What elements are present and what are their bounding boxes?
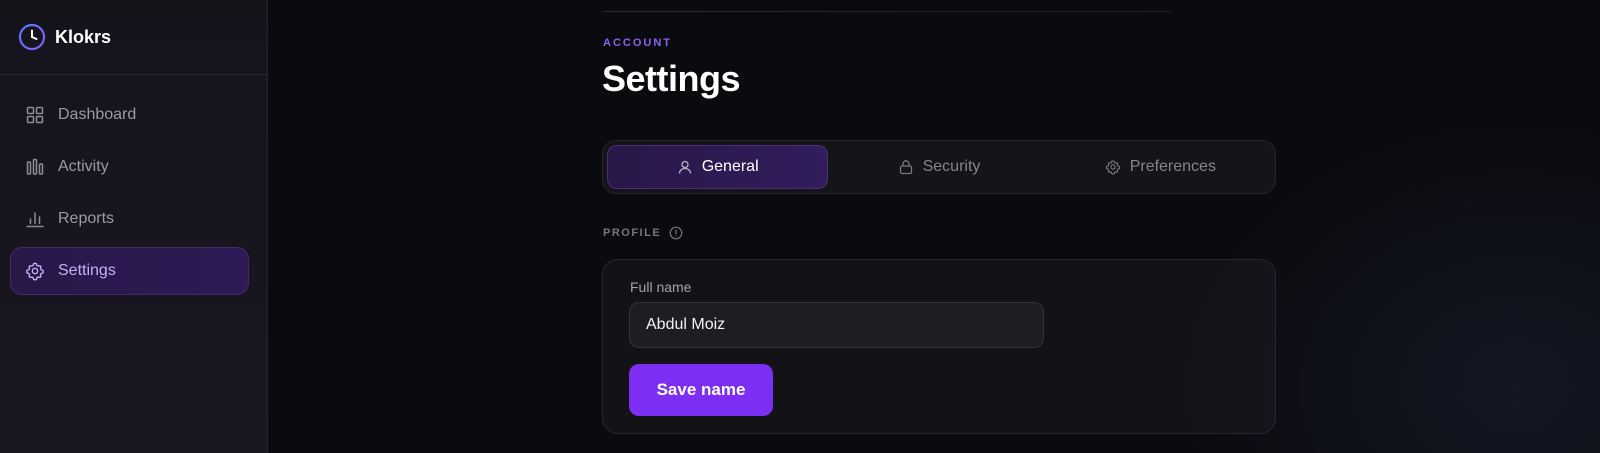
page-title: Settings: [602, 58, 741, 99]
sidebar-item-settings[interactable]: Settings: [10, 247, 249, 295]
main-content: ACCOUNT Settings General Security Prefer…: [268, 0, 1600, 453]
tab-security[interactable]: Security: [828, 145, 1049, 189]
tab-label: Preferences: [1129, 158, 1216, 175]
profile-card: Full name Save name: [602, 259, 1276, 434]
sidebar-item-activity[interactable]: Activity: [10, 143, 249, 191]
brand-name: Klokrs: [55, 26, 112, 47]
save-name-button[interactable]: Save name: [629, 364, 773, 416]
sidebar-item-label: Dashboard: [58, 106, 137, 123]
user-icon: [677, 159, 693, 175]
sidebar-item-label: Reports: [58, 210, 115, 227]
clock-logo-icon: [18, 23, 46, 51]
sidebar-item-label: Settings: [58, 262, 116, 279]
tab-label: Security: [922, 158, 981, 175]
sidebar-item-label: Activity: [58, 158, 109, 175]
sidebar: Klokrs Dashboard Activity Reports Settin…: [0, 0, 268, 453]
tab-label: General: [701, 158, 759, 175]
lock-icon: [898, 159, 914, 175]
settings-tabs: General Security Preferences: [602, 140, 1276, 194]
grid-icon: [25, 105, 45, 125]
app-root: Klokrs Dashboard Activity Reports Settin…: [0, 0, 1600, 453]
activity-bars-icon: [25, 157, 45, 177]
profile-section-label: PROFILE: [603, 226, 683, 240]
sidebar-item-dashboard[interactable]: Dashboard: [10, 91, 249, 139]
sidebar-nav: Dashboard Activity Reports Settings: [0, 75, 267, 295]
tab-general[interactable]: General: [607, 145, 829, 189]
full-name-label: Full name: [630, 279, 692, 295]
gear-icon: [25, 261, 45, 281]
gear-icon: [1105, 159, 1121, 175]
full-name-input[interactable]: [629, 302, 1044, 348]
brand[interactable]: Klokrs: [0, 0, 267, 75]
sidebar-item-reports[interactable]: Reports: [10, 195, 249, 243]
tab-preferences[interactable]: Preferences: [1050, 145, 1271, 189]
section-label-text: PROFILE: [603, 227, 662, 239]
info-icon[interactable]: [669, 226, 683, 240]
top-divider: [603, 11, 1173, 12]
bar-chart-icon: [25, 209, 45, 229]
page-eyebrow: ACCOUNT: [603, 37, 672, 49]
